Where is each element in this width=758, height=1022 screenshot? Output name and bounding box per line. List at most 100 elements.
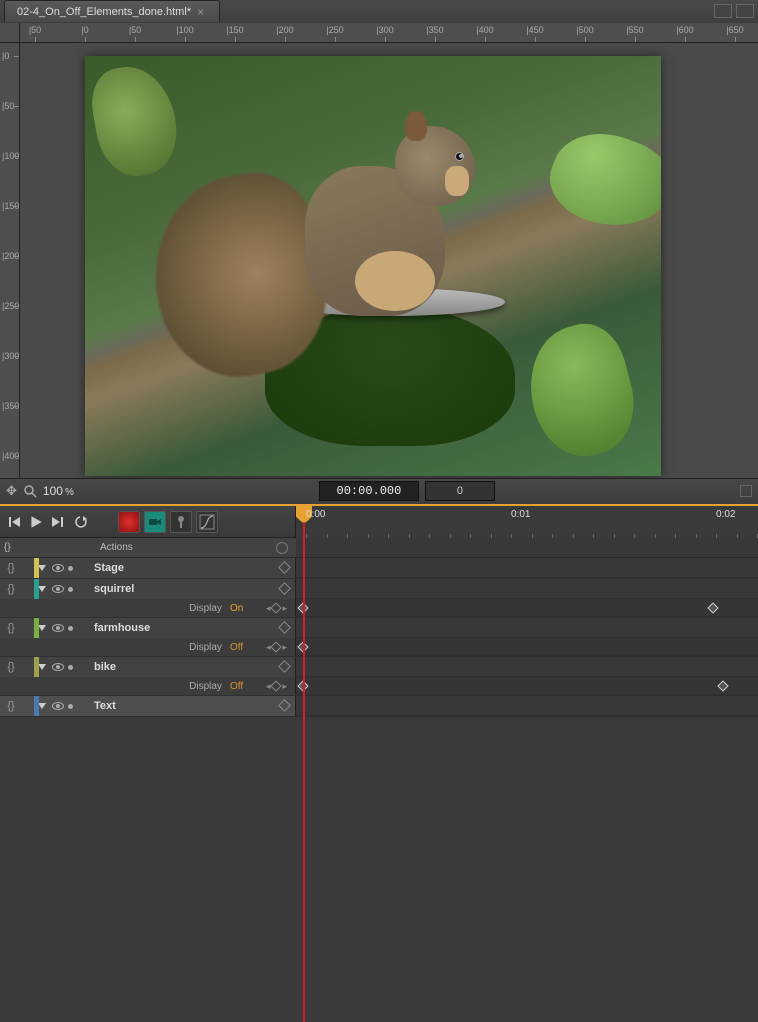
canvas[interactable]	[20, 43, 758, 478]
layers-list: {}Stage{}squirrelDisplayOn◂▸{}farmhouseD…	[0, 558, 758, 717]
layer-color-bar	[34, 657, 39, 677]
keyframe[interactable]	[297, 641, 308, 652]
lock-dot-icon[interactable]	[68, 665, 73, 670]
squirrel-image[interactable]	[85, 56, 661, 476]
keyframe[interactable]	[717, 680, 728, 691]
add-keyframe-icon[interactable]	[271, 641, 282, 652]
layer-bike: {} bike DisplayOff◂▸	[0, 657, 758, 696]
layer-header[interactable]: {} bike	[0, 657, 295, 677]
add-keyframe-icon[interactable]	[271, 602, 282, 613]
return-icon[interactable]	[74, 515, 88, 529]
visibility-icon[interactable]	[52, 624, 64, 632]
add-keyframe-icon[interactable]	[271, 680, 282, 691]
property-row-display[interactable]: DisplayOff◂▸	[0, 638, 295, 656]
actions-codewheel-icon[interactable]	[276, 542, 288, 554]
brace-icon: {}	[4, 562, 18, 574]
tab-bar: 02-4_On_Off_Elements_done.html* ×	[0, 0, 758, 23]
status-bar: ✥ 100% 00:00.000 0	[0, 478, 758, 504]
horizontal-ruler: |50|0|50|100|150|200|250|300|350|400|450…	[20, 23, 758, 43]
visibility-icon[interactable]	[52, 585, 64, 593]
layer-squirrel: {}squirrelDisplayOn◂▸	[0, 579, 758, 618]
collapse-icon[interactable]	[714, 4, 732, 18]
property-label: Display	[189, 603, 222, 614]
keyframe[interactable]	[297, 602, 308, 613]
layer-header[interactable]: {} Stage	[0, 558, 295, 578]
next-keyframe-icon[interactable]: ▸	[282, 642, 287, 653]
property-track[interactable]	[296, 677, 758, 695]
vertical-ruler: |0|50|100|150|200|250|300|350|400	[0, 43, 20, 478]
layer-color-bar	[34, 558, 39, 578]
current-time[interactable]: 00:00.000	[319, 481, 419, 501]
keyframe-diamond-icon[interactable]	[278, 621, 291, 634]
property-value[interactable]: On	[230, 603, 258, 614]
easing-button[interactable]	[196, 511, 218, 533]
play-icon[interactable]	[28, 514, 44, 530]
property-row-display[interactable]: DisplayOff◂▸	[0, 677, 295, 695]
expand-icon[interactable]	[38, 664, 46, 670]
property-track[interactable]	[296, 638, 758, 656]
ruler-corner	[0, 23, 20, 43]
stage[interactable]	[85, 56, 661, 476]
keyframe[interactable]	[707, 602, 718, 613]
layer-color-bar	[34, 696, 39, 716]
layer-color-bar	[34, 618, 39, 638]
expand-icon[interactable]	[38, 565, 46, 571]
time-ruler[interactable]: 0:000:010:02	[296, 506, 758, 538]
lock-dot-icon[interactable]	[68, 566, 73, 571]
go-to-end-icon[interactable]	[50, 515, 64, 529]
lock-dot-icon[interactable]	[68, 587, 73, 592]
actions-label: Actions	[100, 542, 133, 553]
keyframe-diamond-icon[interactable]	[278, 582, 291, 595]
layer-name: bike	[94, 661, 116, 673]
lock-dot-icon[interactable]	[68, 704, 73, 709]
keyframe-diamond-icon[interactable]	[278, 699, 291, 712]
visibility-icon[interactable]	[52, 564, 64, 572]
zoom-value[interactable]: 100%	[43, 484, 74, 498]
auto-keyframe-button[interactable]	[118, 511, 140, 533]
layer-name: farmhouse	[94, 622, 150, 634]
document-tab[interactable]: 02-4_On_Off_Elements_done.html* ×	[4, 0, 220, 22]
crosshair-icon[interactable]: ✥	[6, 483, 17, 499]
layer-stage: {} Stage	[0, 558, 758, 579]
layer-header[interactable]: {}Text	[0, 696, 295, 716]
brace-icon: {}	[4, 661, 18, 673]
property-value[interactable]: Off	[230, 681, 258, 692]
layer-name: Text	[94, 700, 116, 712]
brace-icon: {}	[4, 542, 11, 553]
keyframe-diamond-icon[interactable]	[278, 660, 291, 673]
timeline-panel: 0:000:010:02 {} Actions {} Stage {} squirre…	[0, 504, 758, 717]
zoom-icon[interactable]	[23, 484, 37, 498]
property-track[interactable]	[296, 599, 758, 617]
layer-name: squirrel	[94, 583, 134, 595]
brace-icon: {}	[4, 583, 18, 595]
layer-header[interactable]: {} farmhouse	[0, 618, 295, 638]
expand-icon[interactable]	[38, 586, 46, 592]
brace-icon: {}	[4, 622, 18, 634]
stage-area: |50|0|50|100|150|200|250|300|350|400|450…	[0, 23, 758, 478]
property-label: Display	[189, 642, 222, 653]
go-to-start-icon[interactable]	[8, 515, 22, 529]
next-keyframe-icon[interactable]: ▸	[282, 603, 287, 614]
pin-button[interactable]	[170, 511, 192, 533]
playback-controls	[0, 506, 296, 537]
panel-toggle-icon[interactable]	[740, 485, 752, 497]
layer-farmhouse: {}farmhouseDisplayOff◂▸	[0, 618, 758, 657]
lock-dot-icon[interactable]	[68, 626, 73, 631]
actions-row: {} Actions	[0, 538, 758, 558]
expand-icon[interactable]	[38, 703, 46, 709]
keyframe[interactable]	[297, 680, 308, 691]
next-keyframe-icon[interactable]: ▸	[282, 681, 287, 692]
visibility-icon[interactable]	[52, 663, 64, 671]
close-icon[interactable]: ×	[197, 7, 207, 17]
property-value[interactable]: Off	[230, 642, 258, 653]
property-row-display[interactable]: DisplayOn◂▸	[0, 599, 295, 617]
layer-name: Stage	[94, 562, 124, 574]
layer-header[interactable]: {} squirrel	[0, 579, 295, 599]
keyframe-diamond-icon[interactable]	[278, 561, 291, 574]
layer-color-bar	[34, 579, 39, 599]
expand-icon[interactable]	[38, 625, 46, 631]
panel-menu-icon[interactable]	[736, 4, 754, 18]
visibility-icon[interactable]	[52, 702, 64, 710]
auto-transition-button[interactable]	[144, 511, 166, 533]
current-frame[interactable]: 0	[425, 481, 495, 501]
